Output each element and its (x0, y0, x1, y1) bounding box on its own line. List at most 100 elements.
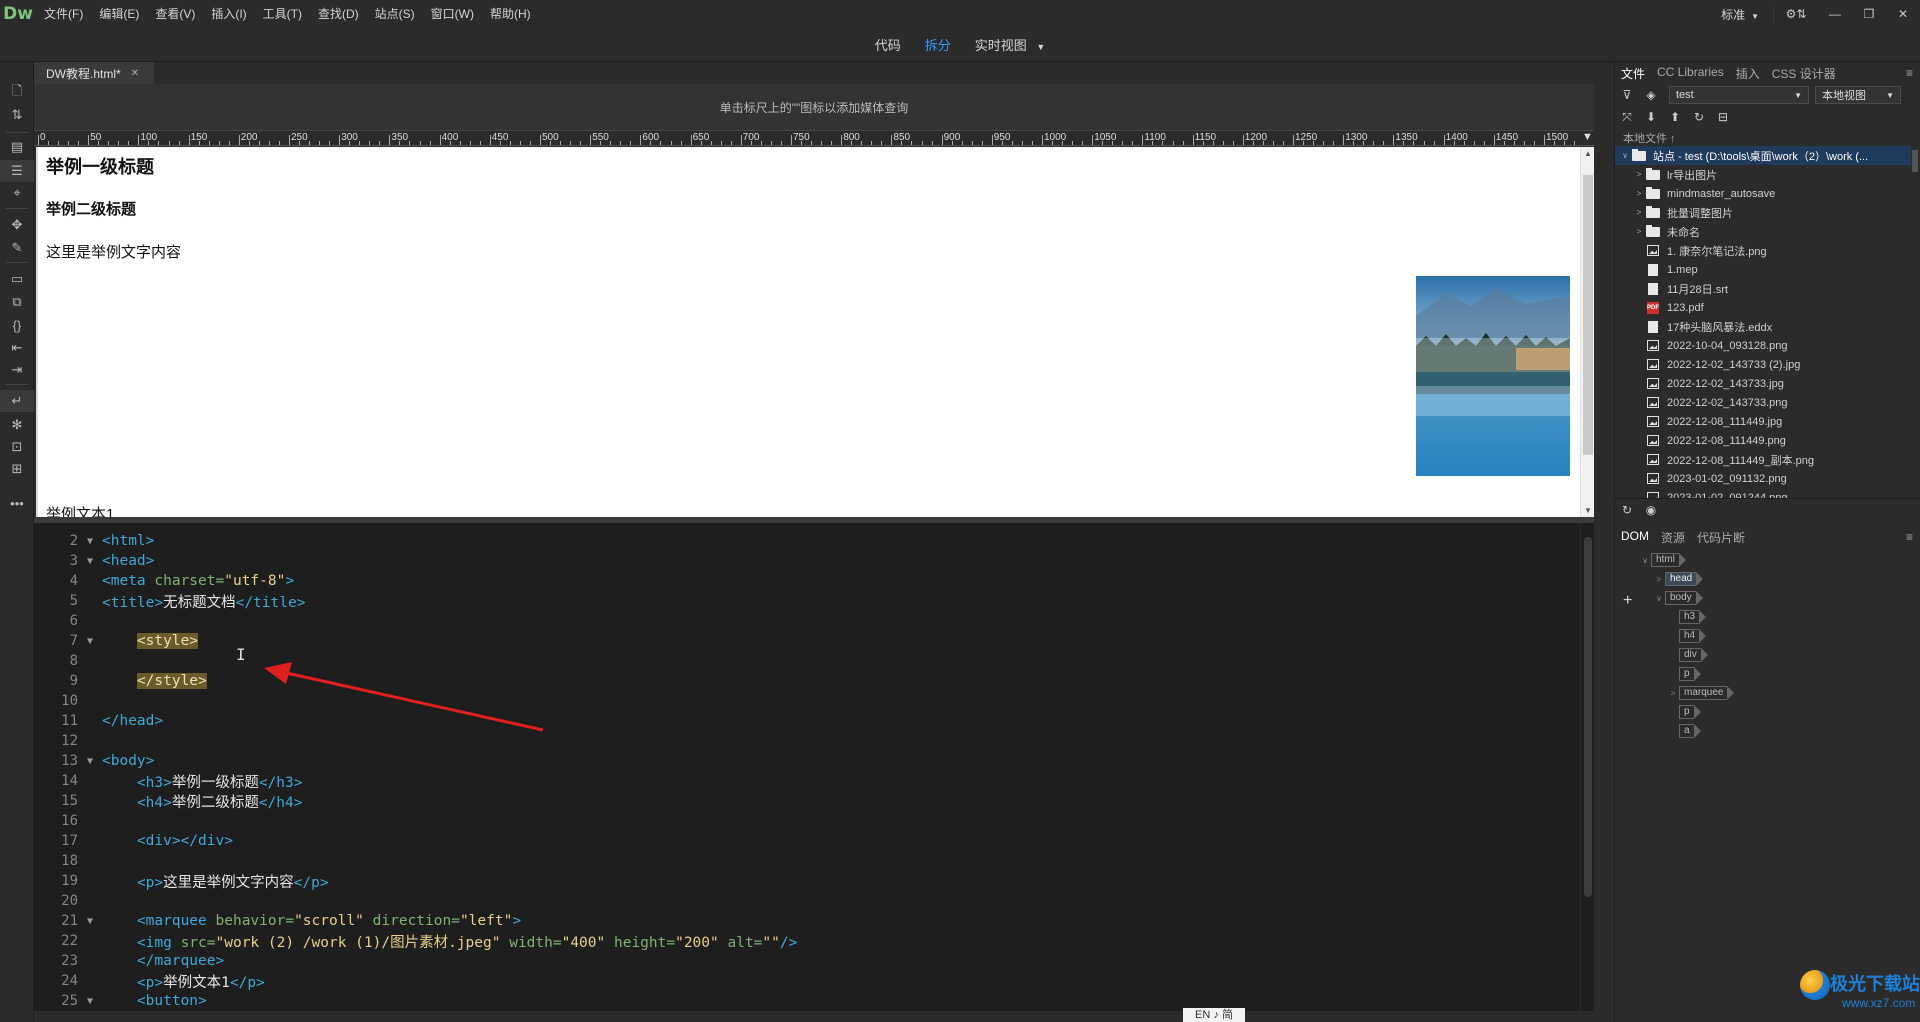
format-icon[interactable]: ⊡ (0, 436, 34, 458)
split-view-button[interactable]: 拆分 (913, 35, 963, 54)
scrollbar-thumb[interactable] (1583, 175, 1593, 455)
dom-node[interactable]: > marquee (1667, 685, 1736, 701)
dom-node[interactable]: a (1667, 723, 1702, 739)
menu-item[interactable]: 帮助(H) (482, 0, 539, 28)
sync-settings-icon[interactable]: ⚙⇅ (1774, 0, 1818, 28)
dom-node[interactable]: ∨ html (1639, 552, 1687, 568)
chevron-right-icon[interactable]: > (1633, 189, 1645, 198)
add-element-icon[interactable]: + (1623, 592, 1632, 610)
file-row[interactable]: PDF 123.pdf (1615, 298, 1911, 317)
panel-tab[interactable]: CC Libraries (1651, 65, 1730, 82)
site-root-row[interactable]: ∨ 站点 - test (D:\tools\桌面\work（2）\work (..… (1615, 146, 1911, 165)
scroll-down-icon[interactable]: ▼ (1584, 506, 1592, 515)
panel-tab[interactable]: 资源 (1655, 529, 1691, 546)
file-row[interactable]: 1. 康奈尔笔记法.png (1615, 241, 1911, 260)
menu-item[interactable]: 编辑(E) (91, 0, 147, 28)
refresh-icon[interactable]: ↻ (1615, 499, 1639, 521)
code-line[interactable]: 25 ▼ <button> (34, 991, 1574, 1011)
folder-row[interactable]: > mindmaster_autosave (1615, 184, 1911, 203)
restore-button[interactable]: ❐ (1852, 0, 1886, 28)
dom-node[interactable]: div (1667, 647, 1709, 663)
comment-icon[interactable]: ▭ (0, 268, 34, 290)
code-line[interactable]: 2 ▼ <html> (34, 531, 1574, 551)
code-line[interactable]: 4 <meta charset="utf-8"> (34, 571, 1574, 591)
put-icon[interactable]: ⬆ (1663, 106, 1687, 128)
eyedropper-icon[interactable]: ✎ (0, 237, 34, 259)
code-line[interactable]: 12 (34, 731, 1574, 751)
file-row[interactable]: 2022-12-08_111449.jpg (1615, 412, 1911, 431)
code-line[interactable]: 18 (34, 851, 1574, 871)
refresh-icon[interactable]: ↻ (1687, 106, 1711, 128)
dom-node[interactable]: h3 (1667, 609, 1707, 625)
document-tab[interactable]: DW教程.html* ✕ (34, 62, 154, 84)
menu-item[interactable]: 站点(S) (367, 0, 423, 28)
wrap-icon[interactable]: ↵ (0, 390, 34, 412)
code-line[interactable]: 23 </marquee> (34, 951, 1574, 971)
code-line[interactable]: 5 <title>无标题文档</title> (34, 591, 1574, 611)
dom-node[interactable]: > head (1653, 571, 1704, 587)
file-row[interactable]: 1.mep (1615, 260, 1911, 279)
code-line[interactable]: 6 (34, 611, 1574, 631)
code-line[interactable]: 20 (34, 891, 1574, 911)
code-line[interactable]: 16 (34, 811, 1574, 831)
log-icon[interactable]: ◉ (1639, 499, 1663, 521)
chevron-right-icon[interactable]: > (1633, 208, 1645, 217)
file-row[interactable]: 2023-01-02_091244.png (1615, 488, 1911, 498)
chevron-right-icon[interactable]: > (1633, 227, 1645, 236)
code-view-button[interactable]: 代码 (863, 35, 913, 54)
menu-item[interactable]: 查看(V) (147, 0, 203, 28)
dom-node[interactable]: ∨ body (1653, 590, 1704, 606)
braces-icon[interactable]: {} (0, 314, 34, 336)
dom-tag-label[interactable]: p (1679, 705, 1700, 719)
fold-toggle-icon[interactable]: ▼ (78, 536, 102, 547)
menu-item[interactable]: 工具(T) (255, 0, 310, 28)
local-files-header[interactable]: 本地文件 ↑ (1623, 130, 1676, 146)
ruler[interactable]: 0 50 100 150 200 250 300 350 400 450 500 550 600 650 7… (34, 130, 1594, 146)
grid-icon[interactable]: ⊞ (0, 458, 34, 480)
code-line[interactable]: 11 </head> (34, 711, 1574, 731)
folder-row[interactable]: > 批量调整图片 (1615, 203, 1911, 222)
code-inspect-icon[interactable]: ▤ (0, 136, 34, 158)
dom-tag-label[interactable]: div (1679, 648, 1708, 662)
disconnect-icon[interactable]: ⤧ (1615, 106, 1639, 128)
code-line[interactable]: 3 ▼ <head> (34, 551, 1574, 571)
dom-tag-label[interactable]: a (1679, 724, 1700, 738)
design-h4[interactable]: 举例二级标题 (46, 198, 136, 219)
open-documents-icon[interactable]: 🗋 (0, 82, 34, 104)
folder-row[interactable]: > 未命名 (1615, 222, 1911, 241)
design-paragraph[interactable]: 这里是举例文字内容 (46, 241, 181, 262)
panel-tab[interactable]: 文件 (1615, 65, 1651, 82)
file-row[interactable]: 17种头脑风暴法.eddx (1615, 317, 1911, 336)
code-line[interactable]: 10 (34, 691, 1574, 711)
workspace-switcher[interactable]: 标准 ▼ (1707, 5, 1774, 23)
menu-item[interactable]: 插入(I) (203, 0, 254, 28)
file-row[interactable]: 2023-01-02_091132.png (1615, 469, 1911, 488)
file-row[interactable]: 2022-10-04_093128.png (1615, 336, 1911, 355)
file-row[interactable]: 2022-12-02_143733.png (1615, 393, 1911, 412)
target-icon[interactable]: ⌖ (0, 182, 34, 204)
design-h3[interactable]: 举例一级标题 (46, 153, 154, 179)
code-line[interactable]: 13 ▼ <body> (34, 751, 1574, 771)
file-row[interactable]: 2022-12-08_111449_副本.png (1615, 450, 1911, 469)
menu-item[interactable]: 窗口(W) (423, 0, 482, 28)
file-row[interactable]: 11月28日.srt (1615, 279, 1911, 298)
panel-menu-icon[interactable]: ≡ (1906, 66, 1913, 80)
fold-toggle-icon[interactable]: ▼ (78, 756, 102, 767)
panel-menu-icon[interactable]: ≡ (1906, 530, 1913, 544)
panel-tab[interactable]: 插入 (1730, 65, 1766, 82)
live-view-button[interactable]: 实时视图 ▼ (963, 35, 1058, 54)
dom-tag-label[interactable]: h3 (1679, 610, 1707, 624)
folder-row[interactable]: > lr导出图片 (1615, 165, 1911, 184)
chevron-down-icon[interactable]: ∨ (1619, 151, 1631, 160)
code-line[interactable]: 9 </style> (34, 671, 1574, 691)
code-line[interactable]: 8 (34, 651, 1574, 671)
design-scrollbar[interactable]: ▲ ▼ (1580, 147, 1594, 517)
more-tools-icon[interactable]: ••• (0, 492, 34, 514)
design-view[interactable]: 举例一级标题 举例二级标题 这里是举例文字内容 举例文本1 ▲ ▼ (36, 147, 1594, 517)
menu-item[interactable]: 查找(D) (310, 0, 367, 28)
fold-toggle-icon[interactable]: ▼ (78, 636, 102, 647)
expand-toggle-icon[interactable]: > (1653, 575, 1665, 584)
git-icon[interactable]: ◈ (1639, 84, 1663, 106)
get-icon[interactable]: ⬇ (1639, 106, 1663, 128)
site-select[interactable]: test ▼ (1669, 86, 1809, 104)
